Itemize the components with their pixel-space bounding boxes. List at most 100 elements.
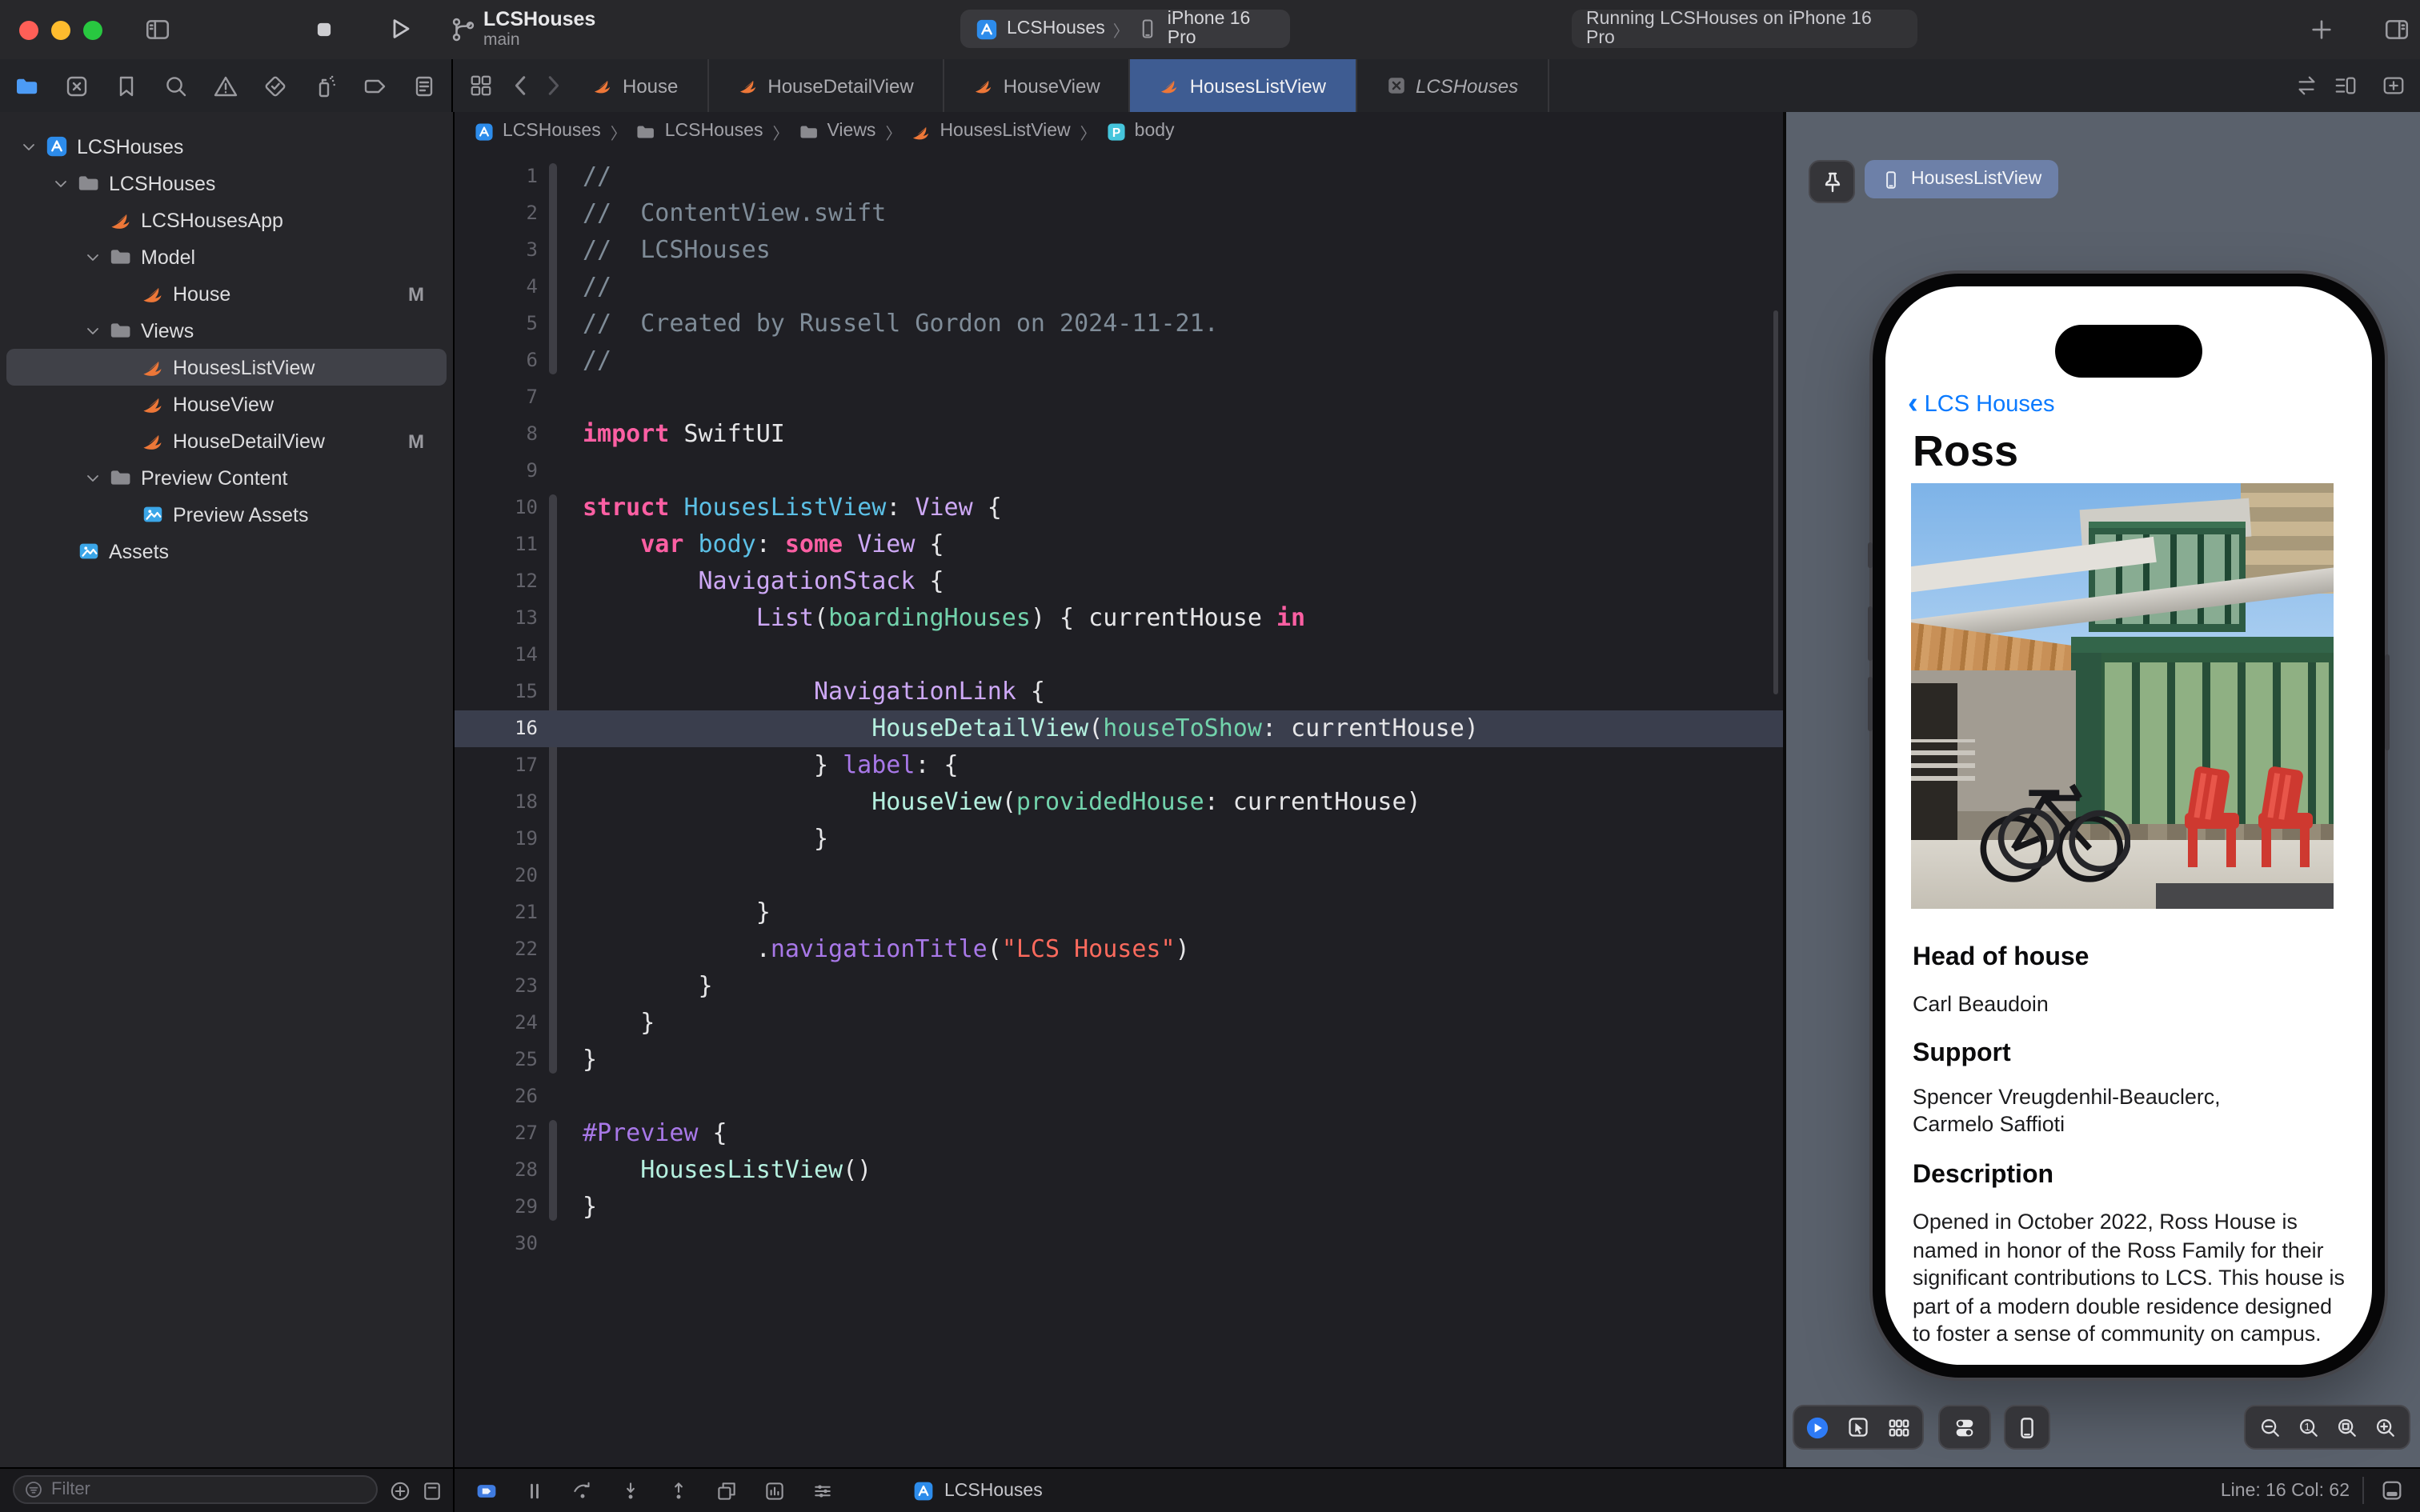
code-line-21[interactable]: 21 } (455, 894, 1783, 931)
sidebar-item-housedetailview[interactable]: HouseDetailView M (6, 422, 447, 459)
code-line-16[interactable]: 16 HouseDetailView(houseToShow: currentH… (455, 710, 1783, 747)
issues-navigator-icon[interactable] (213, 73, 238, 98)
sidebar-item-assets[interactable]: Assets (6, 533, 447, 570)
pin-preview-button[interactable] (1809, 160, 1855, 203)
step-over-icon[interactable] (571, 1479, 594, 1502)
tab-housedetailview[interactable]: HouseDetailView (708, 59, 944, 112)
breadcrumb-item[interactable]: Views (799, 121, 875, 142)
recent-files-icon[interactable] (421, 1480, 443, 1502)
zoom-window-button[interactable] (83, 21, 102, 40)
go-forward-icon[interactable] (541, 74, 565, 98)
filter-field[interactable]: Filter (13, 1475, 378, 1504)
toggle-left-sidebar-icon[interactable] (144, 16, 171, 43)
step-out-icon[interactable] (667, 1479, 690, 1502)
zoom-fit-icon[interactable] (2334, 1415, 2358, 1439)
breakpoints-toggle-icon[interactable] (475, 1479, 498, 1502)
code-line-27[interactable]: 27 #Preview { (455, 1115, 1783, 1152)
code-line-3[interactable]: 3// LCSHouses (455, 232, 1783, 269)
add-editor-icon[interactable] (2382, 74, 2406, 98)
code-line-2[interactable]: 2// ContentView.swift (455, 195, 1783, 232)
find-navigator-icon[interactable] (163, 73, 189, 98)
code-line-17[interactable]: 17 } label: { (455, 747, 1783, 784)
sidebar-item-preview-assets[interactable]: Preview Assets (6, 496, 447, 533)
changes-navigator-icon[interactable] (64, 73, 90, 98)
code-line-14[interactable]: 14 (455, 637, 1783, 674)
code-line-8[interactable]: 8 import SwiftUI (455, 416, 1783, 453)
code-line-23[interactable]: 23 } (455, 968, 1783, 1005)
sidebar-item-houseview[interactable]: HouseView (6, 386, 447, 422)
code-line-15[interactable]: 15 NavigationLink { (455, 674, 1783, 710)
tab-overview-icon[interactable] (469, 74, 493, 98)
destination-name[interactable]: iPhone 16 Pro (1168, 10, 1276, 48)
code-line-20[interactable]: 20 (455, 858, 1783, 894)
code-line-28[interactable]: 28 HousesListView() (455, 1152, 1783, 1189)
sidebar-item-preview-content[interactable]: Preview Content (6, 459, 447, 496)
code-line-29[interactable]: 29} (455, 1189, 1783, 1226)
code-line-10[interactable]: 10 struct HousesListView: View { (455, 490, 1783, 526)
live-preview-icon[interactable] (1805, 1415, 1829, 1439)
toggle-right-sidebar-icon[interactable] (2383, 16, 2410, 43)
swap-editor-icon[interactable] (2295, 74, 2319, 98)
tab-houseslistview[interactable]: HousesListView (1130, 59, 1356, 112)
tab-house[interactable]: House (563, 59, 709, 112)
scrollbar[interactable] (1773, 310, 1778, 694)
add-tab-icon[interactable] (2310, 18, 2334, 42)
running-app-indicator[interactable]: LCSHouses (912, 1480, 1043, 1502)
breadcrumb-item[interactable]: LCSHouses (474, 121, 601, 142)
disclosure-chevron-icon[interactable] (83, 468, 109, 487)
code-line-13[interactable]: 13 List(boardingHouses) { currentHouse i… (455, 600, 1783, 637)
code-line-4[interactable]: 4// (455, 269, 1783, 306)
device-button[interactable] (2004, 1405, 2050, 1450)
code-line-12[interactable]: 12 NavigationStack { (455, 563, 1783, 600)
pause-icon[interactable] (523, 1479, 546, 1502)
device-settings-button[interactable] (1938, 1405, 1991, 1450)
editor-options-icon[interactable] (2334, 74, 2358, 98)
preview-target-badge[interactable]: HousesListView (1865, 160, 2058, 198)
scheme-name[interactable]: LCSHouses (1007, 19, 1105, 38)
variants-icon[interactable] (1887, 1415, 1911, 1439)
back-navigation-link[interactable]: ‹ LCS Houses (1908, 389, 2054, 419)
view-hierarchy-icon[interactable] (715, 1479, 738, 1502)
sidebar-item-lcshousesapp[interactable]: LCSHousesApp (6, 202, 447, 238)
tests-navigator-icon[interactable] (262, 73, 288, 98)
code-line-7[interactable]: 7 (455, 379, 1783, 416)
sidebar-item-house[interactable]: House M (6, 275, 447, 312)
sidebar-item-lcshouses[interactable]: LCSHouses (6, 128, 447, 165)
memory-graph-icon[interactable] (763, 1479, 786, 1502)
code-line-18[interactable]: 18 HouseView(providedHouse: currentHouse… (455, 784, 1783, 821)
code-line-19[interactable]: 19 } (455, 821, 1783, 858)
zoom-in-icon[interactable] (2373, 1415, 2397, 1439)
environment-overrides-icon[interactable] (811, 1479, 834, 1502)
code-line-30[interactable]: 30 (455, 1226, 1783, 1262)
code-line-22[interactable]: 22 .navigationTitle("LCS Houses") (455, 931, 1783, 968)
zoom-out-icon[interactable] (2258, 1415, 2282, 1439)
code-line-5[interactable]: 5// Created by Russell Gordon on 2024-11… (455, 306, 1783, 342)
close-window-button[interactable] (19, 21, 38, 40)
tab-lcshouses[interactable]: LCSHouses (1356, 59, 1549, 112)
code-line-1[interactable]: 1// (455, 158, 1783, 195)
breadcrumb-item[interactable]: LCSHouses (636, 121, 763, 142)
bookmarks-navigator-icon[interactable] (114, 73, 139, 98)
tab-houseview[interactable]: HouseView (944, 59, 1131, 112)
disclosure-chevron-icon[interactable] (51, 174, 77, 193)
go-back-icon[interactable] (509, 74, 533, 98)
debug-navigator-icon[interactable] (312, 73, 338, 98)
code-line-11[interactable]: 11 var body: some View { (455, 526, 1783, 563)
breadcrumb-item[interactable]: Pbody (1106, 121, 1175, 142)
selectable-mode-icon[interactable] (1847, 1416, 1869, 1438)
breadcrumb-item[interactable]: HousesListView (911, 121, 1071, 142)
toggle-debug-area-icon[interactable] (2380, 1478, 2404, 1502)
minimize-window-button[interactable] (51, 21, 70, 40)
run-button[interactable] (387, 16, 413, 42)
stop-button[interactable] (314, 19, 335, 40)
code-line-24[interactable]: 24 } (455, 1005, 1783, 1042)
sidebar-item-lcshouses[interactable]: LCSHouses (6, 165, 447, 202)
code-line-26[interactable]: 26 (455, 1078, 1783, 1115)
sidebar-item-views[interactable]: Views (6, 312, 447, 349)
sidebar-item-model[interactable]: Model (6, 238, 447, 275)
add-file-icon[interactable] (389, 1480, 411, 1502)
scheme-selector[interactable]: LCSHouses 〉 iPhone 16 Pro (960, 10, 1290, 48)
breakpoints-navigator-icon[interactable] (362, 73, 387, 98)
source-editor[interactable]: 1//2// ContentView.swift 3// LCSHouses 4//… (455, 150, 1783, 1467)
disclosure-chevron-icon[interactable] (83, 247, 109, 266)
